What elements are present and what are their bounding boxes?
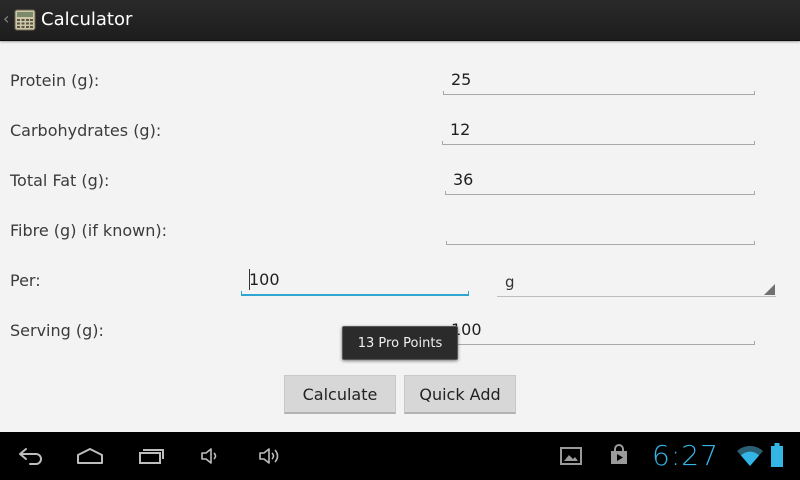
protein-value: 25 [451,70,472,89]
serving-label: Serving (g): [10,321,104,340]
clock: 6:27 [652,439,719,472]
serving-field[interactable]: 100 [443,318,755,345]
protein-label: Protein (g): [10,71,100,90]
carbohydrates-value: 12 [450,120,471,139]
volume-up-icon[interactable] [258,447,282,465]
calculate-button[interactable]: Calculate [284,375,396,414]
battery-icon [771,443,783,467]
carbohydrates-field[interactable]: 12 [442,118,755,145]
quick-add-button[interactable]: Quick Add [404,375,516,414]
back-icon[interactable] [16,446,44,466]
per-value: 100 [249,270,280,289]
action-bar: ‹ Calculator [0,0,800,41]
per-label: Per: [10,271,41,290]
toast-message: 13 Pro Points [342,326,458,360]
per-field[interactable]: 100 [241,268,469,296]
total-fat-field[interactable]: 36 [445,168,755,195]
total-fat-value: 36 [453,170,474,189]
fibre-label: Fibre (g) (if known): [10,221,167,240]
fibre-field[interactable] [446,218,755,245]
wifi-icon [737,445,763,466]
volume-down-icon[interactable] [200,447,222,465]
unit-spinner-value: g [505,273,515,291]
system-nav-bar: 6:27 [0,432,800,480]
unit-spinner[interactable]: g [497,268,776,297]
carbohydrates-label: Carbohydrates (g): [10,121,162,140]
spinner-arrow-icon [764,284,775,295]
app-title: Calculator [41,9,133,30]
screen: ‹ Calculator Protein (g): 25 Carbohydrat… [0,0,800,480]
store-icon[interactable] [608,444,630,466]
chevron-left-icon[interactable]: ‹ [3,8,9,30]
home-icon[interactable] [75,446,105,466]
calculator-icon[interactable] [14,9,36,31]
total-fat-label: Total Fat (g): [10,171,110,190]
protein-field[interactable]: 25 [443,68,755,95]
gallery-icon[interactable] [560,446,582,466]
recent-apps-icon[interactable] [137,446,165,466]
